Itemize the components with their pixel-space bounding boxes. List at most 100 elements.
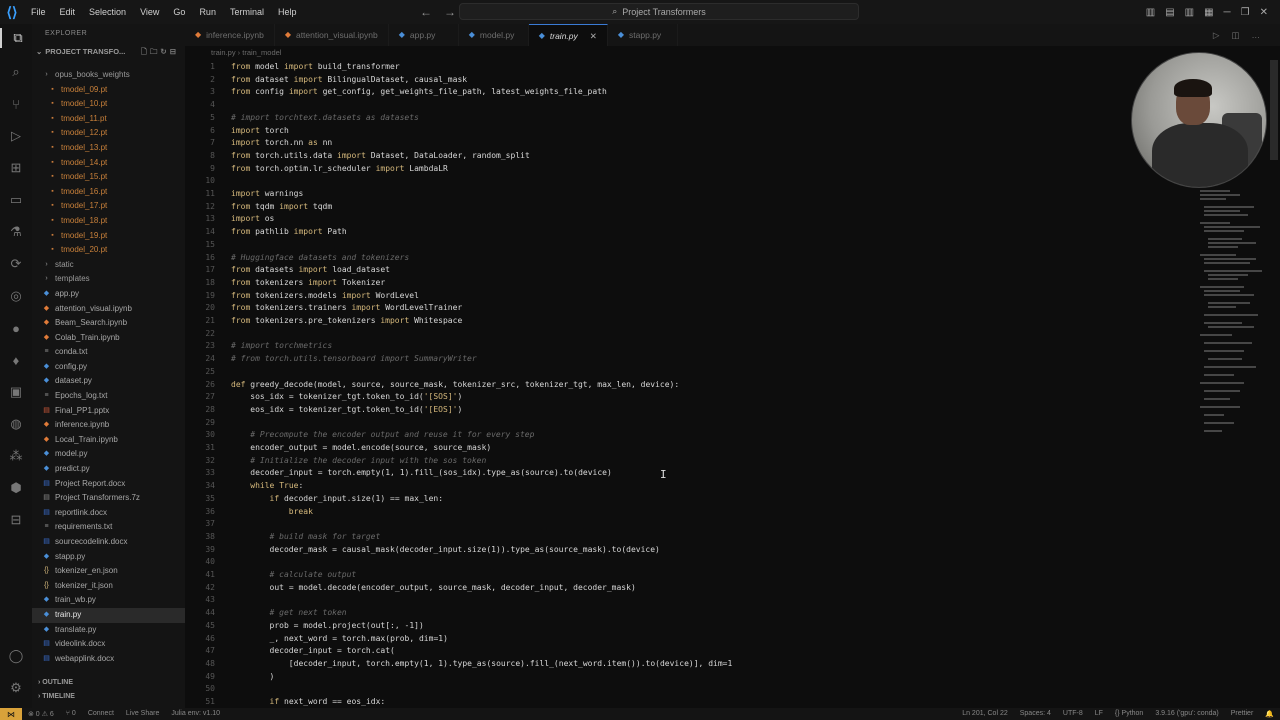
file-item[interactable]: ▤ reportlink.docx [32,506,185,521]
file-item[interactable]: ◆ dataset.py [32,374,185,389]
file-item[interactable]: ▪ tmodel_09.pt [32,83,185,98]
notifications-bell-icon[interactable]: 🔔 [1259,710,1280,718]
menu-item-go[interactable]: Go [166,0,192,24]
docker-icon[interactable]: ⬢ [6,478,26,498]
menu-item-file[interactable]: File [24,0,53,24]
code-line[interactable]: 36 break [185,506,313,519]
status-item[interactable]: 3.9.16 ('gpu': conda) [1149,710,1224,718]
code-line[interactable]: 22 [185,328,231,341]
run-debug-icon[interactable]: ▷ [6,126,26,146]
file-item[interactable]: ▪ tmodel_20.pt [32,243,185,258]
folder-item[interactable]: › static [32,258,185,273]
breadcrumb[interactable]: train.py › train_model [185,46,281,60]
copilot-icon[interactable]: ◍ [6,414,26,434]
file-item[interactable]: ▤ webapplink.docx [32,652,185,667]
code-line[interactable]: 21 from tokenizers.pre_tokenizers import … [185,315,462,328]
code-line[interactable]: 32 # Initialize the decoder input with t… [185,455,486,468]
code-line[interactable]: 46 _, next_word = torch.max(prob, dim=1) [185,633,448,646]
testing-icon[interactable]: ⚗ [6,222,26,242]
file-item[interactable]: ▤ Project Transformers.7z [32,491,185,506]
folder-item[interactable]: › templates [32,272,185,287]
live-share-icon[interactable]: ⟳ [6,254,26,274]
new-file-icon[interactable]: 🗋 [141,47,150,56]
file-item[interactable]: ◆ model.py [32,447,185,462]
julia-icon[interactable]: ⁂ [6,446,26,466]
status-item[interactable]: Spaces: 4 [1014,710,1057,718]
editor-scrollbar[interactable] [1270,60,1278,160]
status-item[interactable]: LF [1089,710,1109,718]
editor-tab[interactable]: ◆ train.py ✕ [528,24,608,46]
minimize-icon[interactable]: ─ [1224,7,1231,18]
code-line[interactable]: 2 from dataset import BilingualDataset, c… [185,74,467,87]
file-item[interactable]: ▤ sourcecodelink.docx [32,535,185,550]
code-line[interactable]: 18 from tokenizers import Tokenizer [185,277,385,290]
file-item[interactable]: ◆ app.py [32,287,185,302]
code-line[interactable]: 51 if next_word == eos_idx: [185,696,385,708]
file-item[interactable]: ▤ Final_PP1.pptx [32,404,185,419]
code-line[interactable]: 11 import warnings [185,188,303,201]
code-line[interactable]: 31 encoder_output = model.encode(source,… [185,442,491,455]
code-line[interactable]: 30 # Precompute the encoder output and r… [185,429,534,442]
editor-tab[interactable]: ◆ attention_visual.ipynb [275,24,389,46]
maximize-icon[interactable]: ❐ [1241,7,1250,18]
status-item[interactable]: {} Python [1109,710,1149,718]
code-line[interactable]: 37 [185,518,231,531]
extension-pack-icon[interactable]: ⊟ [6,510,26,530]
code-line[interactable]: 8 from torch.utils.data import Dataset, D… [185,150,530,163]
toggle-secondary-sidebar-icon[interactable]: ▥ [1185,7,1194,18]
status-item[interactable]: Ln 201, Col 22 [956,710,1014,718]
more-actions-icon[interactable]: … [1252,30,1261,40]
code-line[interactable]: 28 eos_idx = tokenizer_tgt.token_to_id('… [185,404,462,417]
code-line[interactable]: 12 from tqdm import tqdm [185,201,332,214]
forward-arrow-icon[interactable]: → [444,5,456,19]
menu-item-edit[interactable]: Edit [53,0,83,24]
toggle-sidebar-icon[interactable]: ▥ [1146,7,1155,18]
editor-tab[interactable]: ◆ stapp.py [608,24,678,46]
file-item[interactable]: ◆ Beam_Search.ipynb [32,316,185,331]
file-item[interactable]: ≡ Epochs_log.txt [32,389,185,404]
code-line[interactable]: 50 [185,683,231,696]
menu-item-view[interactable]: View [133,0,166,24]
file-item[interactable]: ▪ tmodel_10.pt [32,97,185,112]
toggle-panel-icon[interactable]: ▤ [1165,7,1174,18]
code-line[interactable]: 34 while True: [185,480,303,493]
file-item[interactable]: ▪ tmodel_14.pt [32,156,185,171]
file-item[interactable]: ◆ inference.ipynb [32,418,185,433]
file-item[interactable]: ≡ requirements.txt [32,520,185,535]
code-line[interactable]: 45 prob = model.project(out[:, -1]) [185,620,423,633]
code-line[interactable]: 48 [decoder_input, torch.empty(1, 1).typ… [185,658,732,671]
project-header[interactable]: ⌄ PROJECT TRANSFO... 🗋🗀↻⊟ [32,44,185,60]
search-icon[interactable]: ⌕ [6,62,26,82]
collapse-icon[interactable]: ⊟ [170,47,179,56]
code-line[interactable]: 10 [185,175,231,188]
code-line[interactable]: 26 def greedy_decode(model, source, sourc… [185,379,679,392]
code-line[interactable]: 1 from model import build_transformer [185,61,399,74]
code-line[interactable]: 41 # calculate output [185,569,356,582]
database-icon[interactable]: ▣ [6,382,26,402]
file-item[interactable]: ◆ Local_Train.ipynb [32,433,185,448]
status-item[interactable]: UTF-8 [1057,710,1089,718]
outline-section[interactable]: › OUTLINE [32,676,185,690]
code-line[interactable]: 9 from torch.optim.lr_scheduler import La… [185,163,448,176]
code-line[interactable]: 49 ) [185,671,274,684]
file-item[interactable]: ▤ videolink.docx [32,637,185,652]
code-line[interactable]: 29 [185,417,231,430]
code-line[interactable]: 38 # build mask for target [185,531,380,544]
jupyter-icon[interactable]: ◎ [6,286,26,306]
code-editor[interactable]: 1 from model import build_transformer 2 fro… [185,60,1195,708]
source-control-icon[interactable]: ⑂ [6,94,26,114]
code-line[interactable]: 3 from config import get_config, get_weig… [185,86,607,99]
file-item[interactable]: ▤ Project Report.docx [32,477,185,492]
file-item[interactable]: ◆ train_wb.py [32,593,185,608]
file-item[interactable]: ▪ tmodel_13.pt [32,141,185,156]
code-line[interactable]: 43 [185,594,231,607]
status-item[interactable]: Prettier [1225,710,1260,718]
folder-item[interactable]: › opus_books_weights [32,68,185,83]
editor-tab[interactable]: ◆ model.py [459,24,529,46]
code-line[interactable]: 40 [185,556,231,569]
file-item[interactable]: ≡ conda.txt [32,345,185,360]
code-line[interactable]: 39 decoder_mask = causal_mask(decoder_in… [185,544,660,557]
refresh-icon[interactable]: ↻ [160,47,169,56]
editor-tab[interactable]: ◆ inference.ipynb [185,24,275,46]
settings-gear-icon[interactable]: ⚙ [6,678,26,698]
